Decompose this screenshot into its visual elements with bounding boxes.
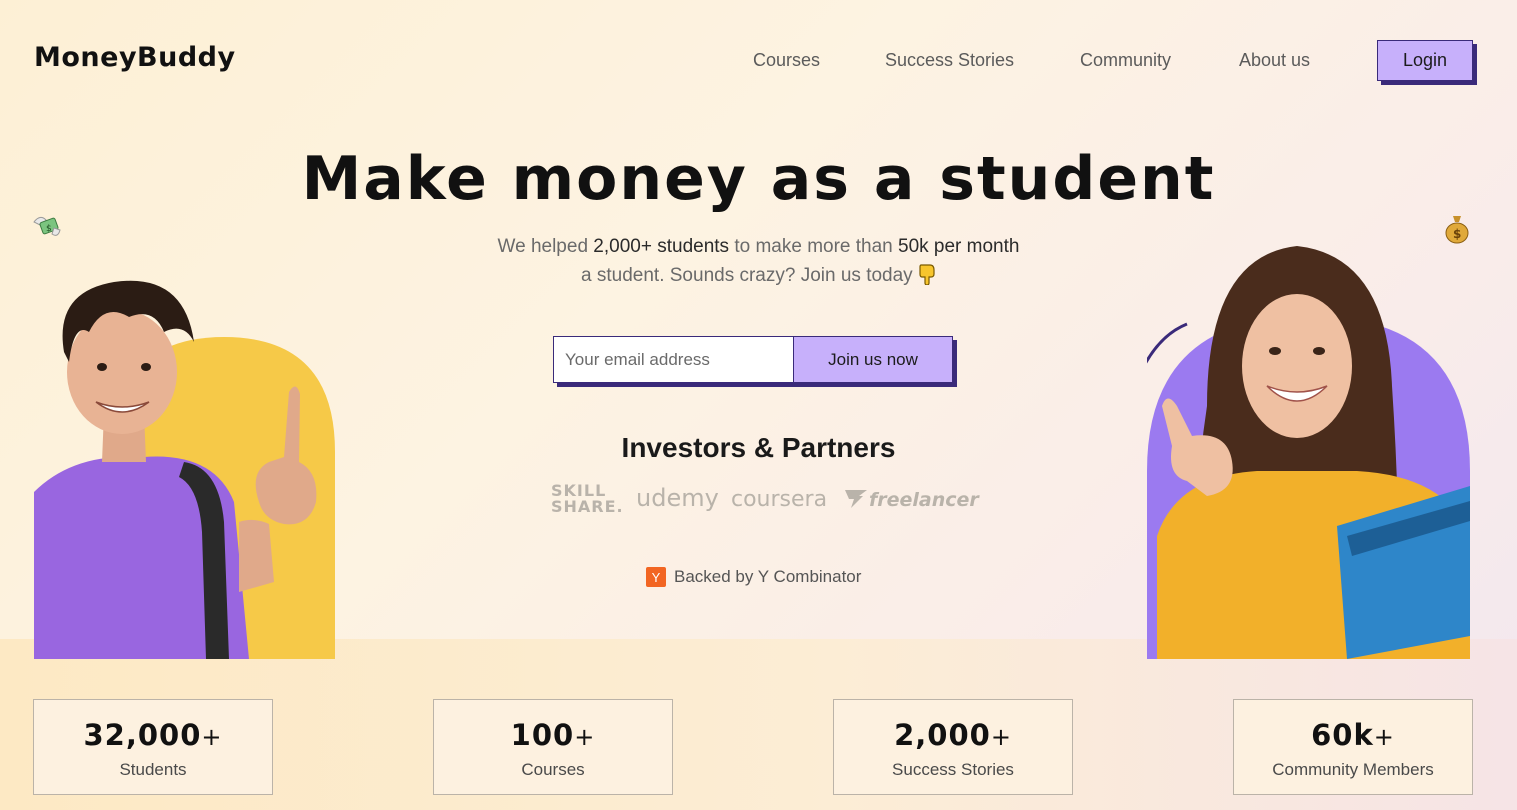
stat-number: 32,000 — [83, 718, 202, 752]
stat-suffix: + — [201, 723, 223, 751]
skillshare-logo: SKILL SHARE. — [551, 481, 624, 516]
join-button[interactable]: Join us now — [793, 336, 953, 383]
freelancer-logo-text: freelancer — [869, 489, 979, 511]
stat-number: 2,000 — [894, 718, 991, 752]
stat-label: Community Members — [1272, 760, 1434, 779]
stat-card-success-stories: 2,000+ Success Stories — [833, 699, 1073, 795]
stat-card-community: 60k+ Community Members — [1233, 699, 1473, 795]
nav-courses[interactable]: Courses — [753, 50, 820, 71]
nav-community[interactable]: Community — [1080, 50, 1171, 71]
subtitle-text: We helped — [497, 236, 594, 257]
subtitle-highlight-amount: 50k per month — [898, 236, 1020, 257]
coursera-logo: coursera — [731, 487, 828, 512]
nav-about-us[interactable]: About us — [1239, 50, 1310, 71]
yc-text: Backed by Y Combinator — [674, 567, 862, 586]
main-nav: Courses Success Stories Community About … — [0, 50, 1517, 72]
login-button[interactable]: Login — [1377, 40, 1473, 81]
skillshare-logo-text: SKILL SHARE. — [551, 481, 624, 516]
freelancer-logo: freelancer — [843, 488, 979, 511]
stat-suffix: + — [990, 723, 1012, 751]
signup-form: Join us now — [553, 336, 957, 387]
subtitle-text: a student. Sounds crazy? Join us today — [581, 265, 913, 286]
stat-suffix: + — [1373, 723, 1395, 751]
stat-value: 100+ — [434, 718, 672, 752]
student-photo-right — [1147, 236, 1470, 659]
svg-text:$: $ — [46, 224, 52, 234]
subtitle-highlight-students: 2,000+ students — [593, 236, 730, 257]
stat-card-students: 32,000+ Students — [33, 699, 273, 795]
stat-label: Success Stories — [892, 760, 1014, 779]
stat-number: 100 — [510, 718, 575, 752]
nav-success-stories[interactable]: Success Stories — [885, 50, 1014, 71]
hero-headline: Make money as a student — [301, 144, 1216, 214]
subtitle-text: to make more than — [729, 236, 899, 257]
pointing-down-icon — [918, 263, 936, 287]
stat-card-courses: 100+ Courses — [433, 699, 673, 795]
stat-label: Students — [119, 760, 187, 779]
stat-label: Courses — [521, 760, 585, 779]
student-photo-left — [34, 262, 335, 659]
stat-value: 2,000+ — [834, 718, 1072, 752]
email-input[interactable] — [553, 336, 794, 383]
yc-badge-icon: Y — [646, 567, 666, 587]
udemy-logo: udemy — [636, 484, 719, 512]
stat-value: 32,000+ — [34, 718, 272, 752]
stat-value: 60k+ — [1234, 718, 1472, 752]
yc-backing: Y Backed by Y Combinator — [646, 567, 861, 587]
stat-number: 60k — [1311, 718, 1374, 752]
stat-suffix: + — [574, 723, 596, 751]
